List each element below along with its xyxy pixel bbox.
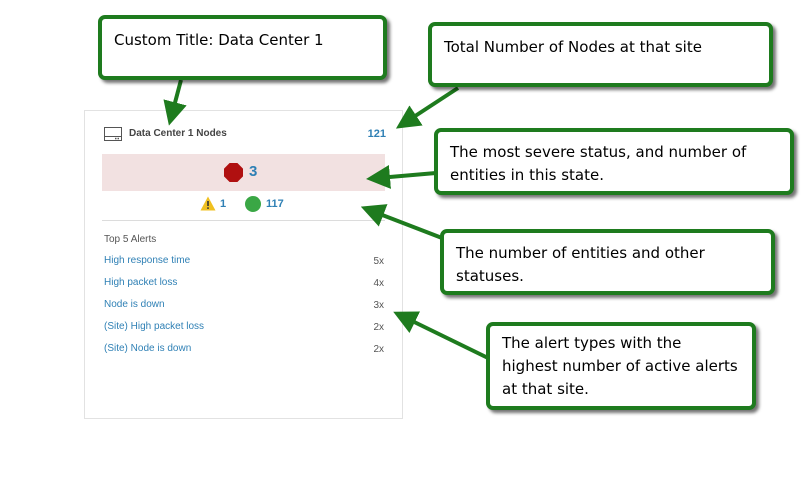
alert-link[interactable]: (Site) Node is down bbox=[104, 343, 191, 354]
other-statuses-row: 1 117 bbox=[198, 195, 348, 215]
divider bbox=[102, 220, 385, 221]
alert-link[interactable]: (Site) High packet loss bbox=[104, 321, 204, 332]
top-alerts-title: Top 5 Alerts bbox=[104, 234, 157, 245]
callout-custom-title: Custom Title: Data Center 1 bbox=[98, 15, 387, 80]
critical-stop-icon bbox=[224, 163, 243, 182]
callout-entities: The number of entities and other statuse… bbox=[440, 229, 775, 295]
alert-count: 4x bbox=[373, 278, 384, 289]
alert-list: High response time 5x High packet loss 4… bbox=[104, 248, 386, 358]
alert-count: 3x bbox=[373, 300, 384, 311]
alert-link[interactable]: Node is down bbox=[104, 299, 165, 310]
widget-title: Data Center 1 Nodes bbox=[129, 128, 227, 139]
arrow-total bbox=[395, 86, 460, 129]
severe-count[interactable]: 3 bbox=[249, 163, 257, 180]
alert-row: High response time 5x bbox=[104, 248, 386, 270]
total-nodes-count[interactable]: 121 bbox=[368, 128, 386, 140]
most-severe-status-band[interactable]: 3 bbox=[102, 154, 385, 191]
callout-total-nodes: Total Number of Nodes at that site bbox=[428, 22, 773, 87]
alert-count: 5x bbox=[373, 256, 384, 267]
alert-row: (Site) Node is down 2x bbox=[104, 336, 386, 358]
alert-row: Node is down 3x bbox=[104, 292, 386, 314]
alert-link[interactable]: High packet loss bbox=[104, 277, 177, 288]
ok-circle-icon bbox=[245, 196, 261, 212]
callout-alert-types: The alert types with the highest number … bbox=[486, 322, 756, 410]
alert-link[interactable]: High response time bbox=[104, 255, 190, 266]
warning-triangle-icon bbox=[200, 196, 216, 211]
alert-count: 2x bbox=[373, 344, 384, 355]
warning-count[interactable]: 1 bbox=[220, 198, 226, 210]
arrow-alerts bbox=[393, 311, 489, 360]
server-icon bbox=[104, 127, 122, 141]
widget-bottom-border bbox=[84, 418, 402, 419]
callout-severe-status: The most severe status, and number of en… bbox=[434, 128, 794, 195]
arrow-title bbox=[163, 79, 187, 126]
top-alerts-section: Top 5 Alerts High response time 5x High … bbox=[104, 234, 386, 358]
alert-count: 2x bbox=[373, 322, 384, 333]
alert-row: (Site) High packet loss 2x bbox=[104, 314, 386, 336]
ok-count[interactable]: 117 bbox=[266, 198, 284, 210]
alert-row: High packet loss 4x bbox=[104, 270, 386, 292]
widget-header: Data Center 1 Nodes 121 bbox=[104, 126, 386, 144]
